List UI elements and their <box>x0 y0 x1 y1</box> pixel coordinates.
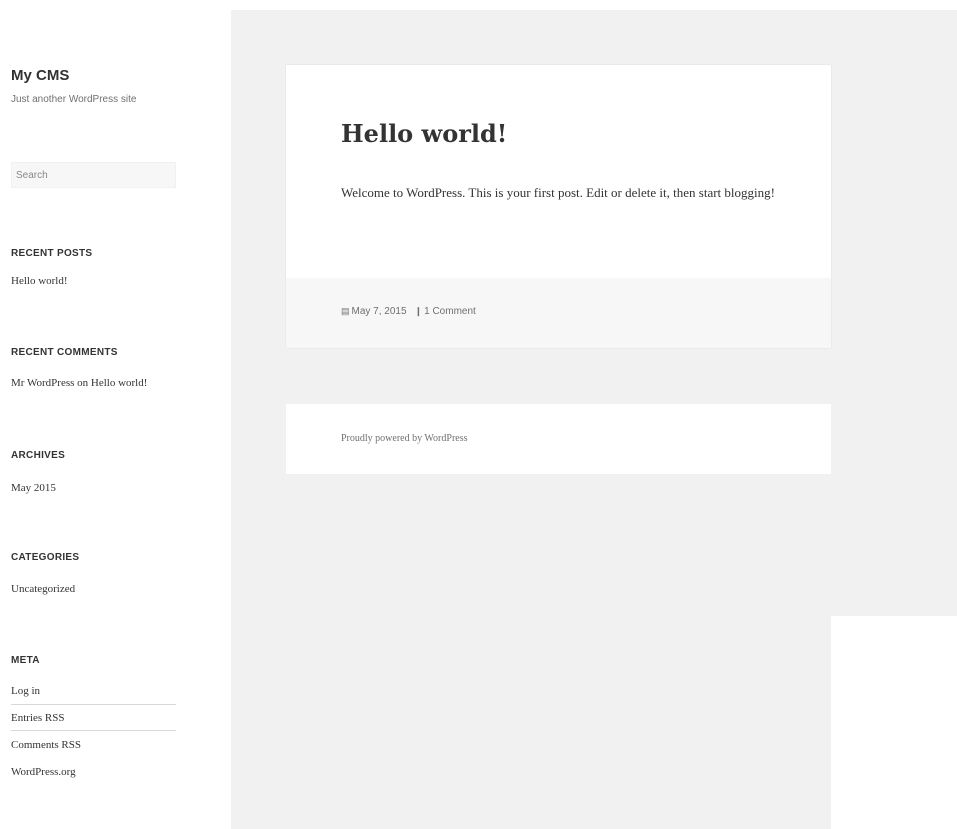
recent-post-link[interactable]: Hello world! <box>11 275 68 287</box>
meta-divider <box>11 730 176 731</box>
widget-title-archives: ARCHIVES <box>11 450 66 461</box>
post-meta: ▤ May 7, 2015 ❙ 1 Comment <box>341 306 476 317</box>
search-input[interactable] <box>11 162 176 188</box>
category-link[interactable]: Uncategorized <box>11 583 75 595</box>
meta-divider <box>11 704 176 705</box>
comment-icon: ❙ <box>414 306 423 316</box>
meta-link-comments-rss[interactable]: Comments RSS <box>11 739 81 751</box>
calendar-icon: ▤ <box>341 306 350 316</box>
post-comments: 1 Comment <box>424 306 476 317</box>
widget-title-categories: CATEGORIES <box>11 552 80 563</box>
post-card: Hello world! Welcome to WordPress. This … <box>286 65 831 348</box>
widget-title-recent-comments: RECENT COMMENTS <box>11 347 118 358</box>
widget-title-meta: META <box>11 655 40 666</box>
site-title[interactable]: My CMS <box>11 67 69 84</box>
post-comments-link[interactable]: ❙ 1 Comment <box>415 306 476 317</box>
post-footer: ▤ May 7, 2015 ❙ 1 Comment <box>286 278 831 348</box>
widget-title-recent-posts: RECENT POSTS <box>11 248 93 259</box>
meta-link-log-in[interactable]: Log in <box>11 685 40 697</box>
content-background-lower <box>231 616 831 829</box>
site-description: Just another WordPress site <box>11 94 137 105</box>
meta-link-wordpress-org[interactable]: WordPress.org <box>11 766 76 778</box>
post-date-link[interactable]: ▤ May 7, 2015 <box>341 306 407 317</box>
post-date: May 7, 2015 <box>351 306 407 317</box>
archive-link[interactable]: May 2015 <box>11 482 56 494</box>
post-content: Welcome to WordPress. This is your first… <box>341 185 775 200</box>
powered-by-link[interactable]: Proudly powered by WordPress <box>341 433 468 444</box>
meta-link-entries-rss[interactable]: Entries RSS <box>11 712 64 724</box>
sidebar: My CMS Just another WordPress site RECEN… <box>11 0 176 829</box>
recent-comment-link[interactable]: Mr WordPress on Hello world! <box>11 377 147 389</box>
site-footer: Proudly powered by WordPress <box>286 404 831 474</box>
post-title[interactable]: Hello world! <box>341 119 507 148</box>
